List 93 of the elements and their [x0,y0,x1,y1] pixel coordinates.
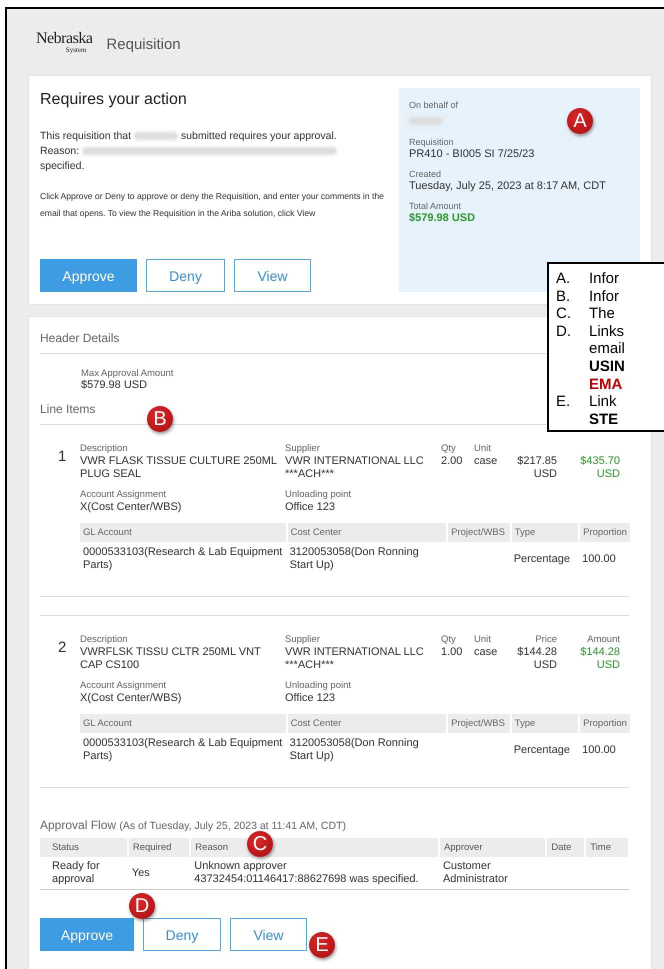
quantity: 1.00 [441,646,464,660]
table-cell: 0000533103(Research & Lab Equipment Parts) [80,542,287,576]
redacted-text [409,117,443,126]
field-label: Created [409,169,442,180]
column-header: Proportion [579,523,631,542]
page-title: Requisition [106,36,181,52]
table-cell: Percentage [510,733,580,767]
field-label: Description [80,443,129,455]
supplier-name: VWR INTERNATIONAL LLC ***ACH*** [285,455,425,481]
action-button[interactable]: Approve [40,918,134,951]
unit: case [474,455,498,469]
action-button[interactable]: Deny [146,259,225,292]
action-button[interactable]: View [230,918,307,951]
callout-text: USIN [589,358,625,376]
table-cell: Ready for approval [40,857,128,890]
unloading-point: Office 123 [285,692,336,705]
table-cell: 3120053058(Don Ronning Start Up) [286,733,448,767]
callout-text: EMA [589,376,622,394]
table-cell: 0000533103(Research & Lab Equipment Parts) [80,733,287,767]
supplier-name: VWR INTERNATIONAL LLC ***ACH*** [285,646,425,672]
column-header: Type [510,714,580,733]
field-label: Qty [441,634,457,646]
unloading-point: Office 123 [285,501,336,514]
intro-text: submitted requires your approval. [180,130,337,142]
callout-text: Infor [589,288,620,306]
column-header: Status [40,838,128,857]
field-value: $579.98 USD [81,379,148,392]
field-label: Max Approval Amount [81,368,174,379]
line-number: 1 [58,447,68,467]
redacted-text [134,132,178,140]
field-label: Unit [474,443,492,455]
field-label: Unloading point [285,680,352,692]
field-label: On behalf of [409,100,460,111]
table-cell: 100.00 [579,733,631,767]
line-amount: $144.28 USD [579,646,620,672]
column-header: Date [546,838,586,857]
column-header: GL Account [80,714,287,733]
column-header: GL Account [80,523,287,542]
table-cell: 3120053058(Don Ronning Start Up) [286,542,448,576]
action-button[interactable]: Approve [40,259,137,292]
account-assignment: X(Cost Center/WBS) [80,692,182,705]
table-cell: Unknown approver 43732454:01146417:88627698 was specified. [190,857,439,890]
column-header: Cost Center [286,523,448,542]
column-header: Proportion [579,714,631,733]
unit-price: $217.85 USD [516,455,557,481]
table-cell: 100.00 [579,542,631,576]
item-description: VWR FLASK TISSUE CULTURE 250ML PLUG SEAL [80,455,278,481]
unit: case [474,646,498,660]
column-header: Time [585,838,629,857]
field-label: Supplier [285,634,321,646]
account-assignment: X(Cost Center/WBS) [80,501,182,514]
field-value: PR410 - BI005 SI 7/25/23 [409,148,536,161]
field-label: Supplier [285,443,321,455]
table-cell: Customer Administrator [438,857,546,890]
field-label: Account Assignment [80,680,168,692]
callout-text: The [589,305,615,323]
reason-text: specified. [40,160,84,172]
column-header: Cost Center [286,714,448,733]
instruction-text: Click Approve or Deny to approve or deny the Requisition, and enter your comments in the email that opens. To view the Requisition in the Ariba solution, click View [40,190,385,220]
item-description: VWRFLSK TISSU CLTR 250ML VNT CAP CS100 [80,646,262,672]
field-value: Tuesday, July 25, 2023 at 8:17 AM, CDT [409,180,607,193]
field-label: Unit [474,634,492,646]
card-title: Requires your action [40,91,188,109]
column-header: Project/WBS [447,714,511,733]
column-header: Type [510,523,580,542]
intro-text: This requisition that [40,130,132,142]
line-amount: $435.70 USD [579,455,620,481]
column-header: Required [128,838,190,857]
column-header: Project/WBS [447,523,511,542]
unit-price: $144.28 USD [516,646,557,672]
section-title: Approval Flow [40,818,116,832]
column-header: Approver [438,838,546,857]
total-amount: $579.98 USD [409,212,476,225]
action-button[interactable]: Deny [143,918,221,951]
field-label: Price [534,634,557,646]
field-label: Total Amount [409,201,462,212]
field-label: Account Assignment [80,489,168,501]
field-label: Unloading point [285,489,352,501]
list-marker: B. [556,288,572,306]
quantity: 2.00 [441,455,464,469]
line-number: 2 [58,638,68,658]
action-button[interactable]: View [234,259,311,292]
reason-label: Reason: [40,145,80,157]
field-label: Amount [586,634,620,646]
list-marker: C. [556,305,572,323]
callout-text: Infor [589,270,620,288]
field-label: Qty [441,443,457,455]
table-cell: Percentage [510,542,580,576]
field-label: Requisition [409,137,455,148]
field-label: Description [80,634,129,646]
table-cell: Yes [128,857,190,890]
section-subtitle: (As of Tuesday, July 25, 2023 at 11:41 AM, CDT) [119,820,346,832]
list-marker: A. [556,270,572,288]
